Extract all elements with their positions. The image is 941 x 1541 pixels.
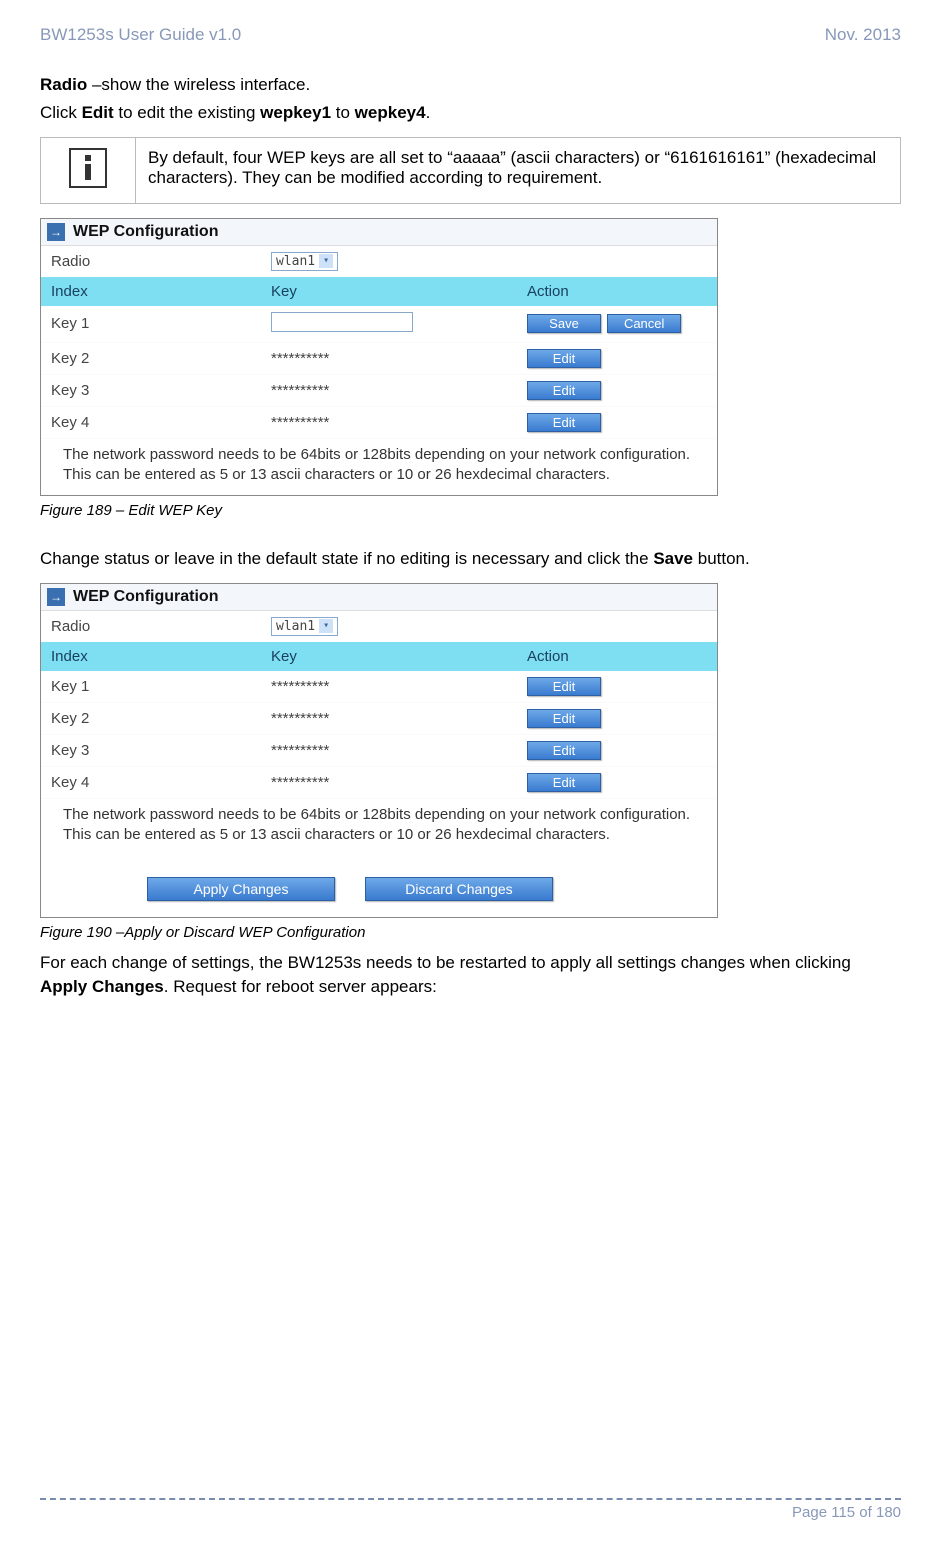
radio-select[interactable]: wlan1▾ [271,617,338,636]
col-key: Key [261,642,517,671]
page-number: Page 115 of 180 [40,1504,901,1521]
edit-instruction: Click Edit to edit the existing wepkey1 … [40,101,901,125]
radio-row-label: Radio [41,611,261,642]
discard-changes-button[interactable]: Discard Changes [365,877,553,901]
table-row: Key 3 ********** Edit [41,734,717,766]
reboot-instruction: For each change of settings, the BW1253s… [40,951,901,999]
table-row: Key 3 ********** Edit [41,374,717,406]
header-right: Nov. 2013 [825,25,901,45]
radio-desc-line: Radio –show the wireless interface. [40,73,901,97]
edit-button[interactable]: Edit [527,349,601,368]
table-row: Key 1 Save Cancel [41,306,717,343]
figure-caption-189: Figure 189 – Edit WEP Key [40,502,901,519]
wep-key-input[interactable] [271,312,413,332]
save-button[interactable]: Save [527,314,601,333]
page-header: BW1253s User Guide v1.0 Nov. 2013 [40,25,901,45]
edit-button[interactable]: Edit [527,677,601,696]
radio-label: Radio [40,75,87,94]
col-action: Action [517,277,717,306]
header-left: BW1253s User Guide v1.0 [40,25,241,45]
password-note: The network password needs to be 64bits … [41,439,717,496]
edit-button[interactable]: Edit [527,741,601,760]
col-index: Index [41,277,261,306]
info-callout: By default, four WEP keys are all set to… [40,137,901,204]
cancel-button[interactable]: Cancel [607,314,681,333]
panel-title: WEP Configuration [73,588,218,606]
radio-select[interactable]: wlan1▾ [271,252,338,271]
apply-changes-button[interactable]: Apply Changes [147,877,335,901]
info-text: By default, four WEP keys are all set to… [136,137,901,203]
figure-caption-190: Figure 190 –Apply or Discard WEP Configu… [40,924,901,941]
info-icon [69,148,107,188]
page-footer: Page 115 of 180 [40,1498,901,1521]
col-action: Action [517,642,717,671]
chevron-down-icon: ▾ [319,619,333,633]
wep-config-panel-view: → WEP Configuration Radio wlan1▾ Index K… [40,583,718,919]
save-instruction: Change status or leave in the default st… [40,547,901,571]
table-row: Key 4 ********** Edit [41,766,717,798]
table-row: Key 2 ********** Edit [41,702,717,734]
panel-title: WEP Configuration [73,223,218,241]
col-index: Index [41,642,261,671]
table-row: Key 4 ********** Edit [41,406,717,438]
password-note: The network password needs to be 64bits … [41,799,717,856]
radio-row-label: Radio [41,246,261,277]
radio-desc: –show the wireless interface. [87,75,310,94]
table-row: Key 2 ********** Edit [41,342,717,374]
wep-config-panel-edit: → WEP Configuration Radio wlan1▾ Index K… [40,218,718,497]
table-row: Key 1 ********** Edit [41,671,717,703]
edit-button[interactable]: Edit [527,413,601,432]
collapse-icon[interactable]: → [47,223,65,241]
chevron-down-icon: ▾ [319,254,333,268]
edit-button[interactable]: Edit [527,773,601,792]
col-key: Key [261,277,517,306]
edit-button[interactable]: Edit [527,381,601,400]
edit-button[interactable]: Edit [527,709,601,728]
collapse-icon[interactable]: → [47,588,65,606]
